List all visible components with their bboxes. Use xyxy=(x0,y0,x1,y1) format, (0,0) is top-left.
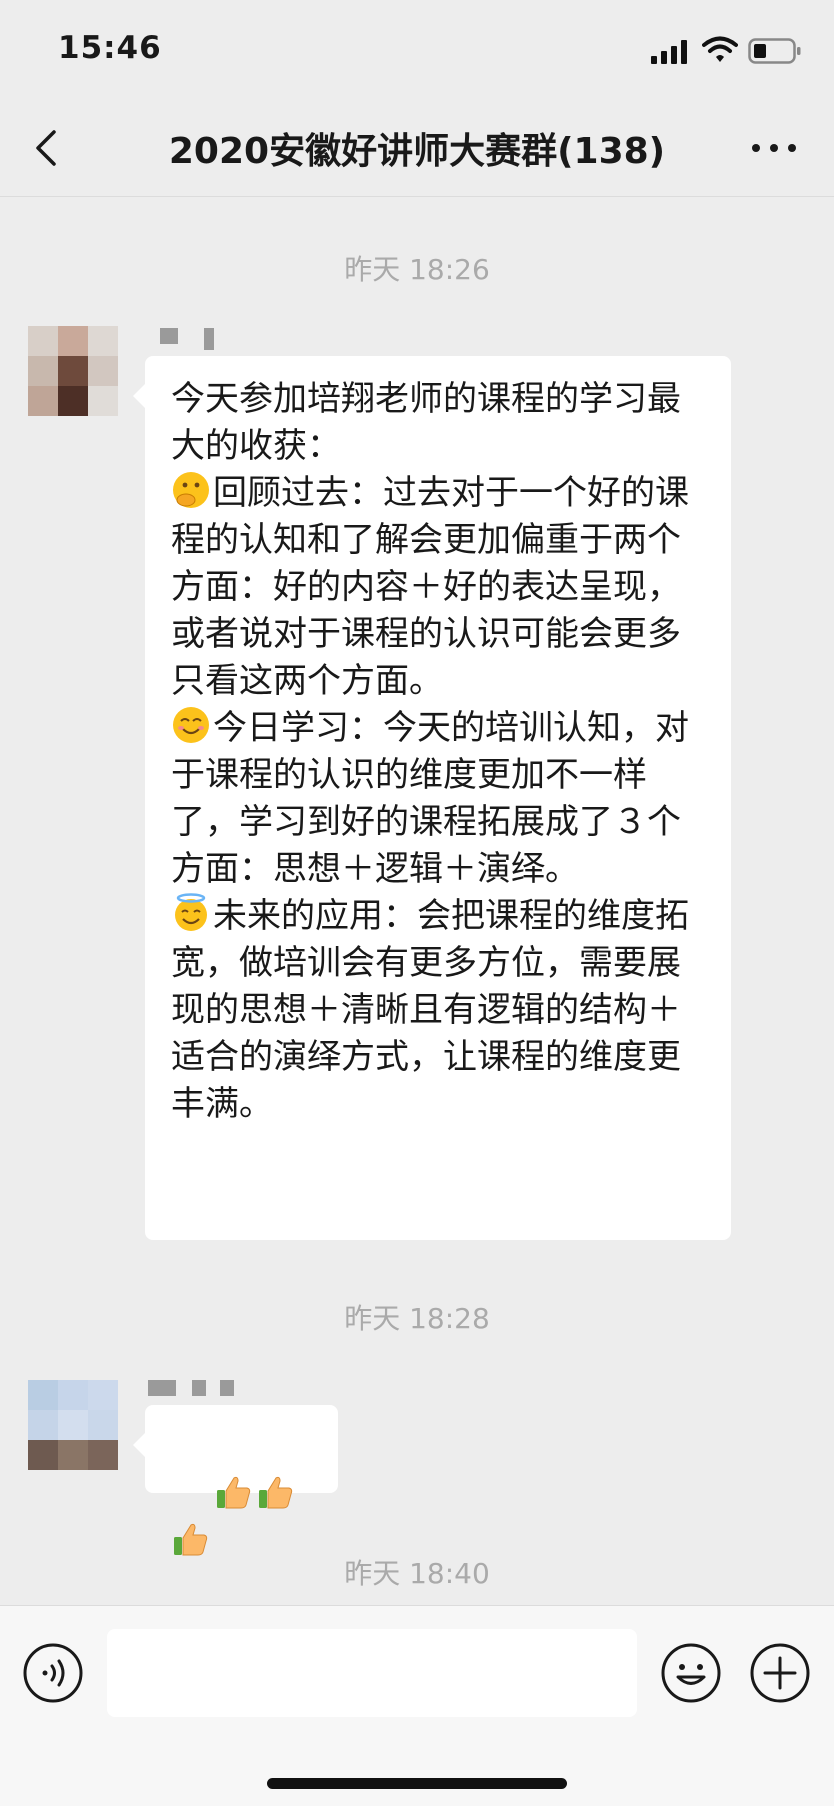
chat-title: 2020安徽好讲师大赛群(138) xyxy=(168,131,666,172)
sender-avatar[interactable] xyxy=(28,1380,118,1470)
more-options-icon[interactable] xyxy=(748,130,800,166)
signal-icon xyxy=(651,40,687,64)
sender-avatar[interactable] xyxy=(28,326,118,416)
message-bubble[interactable]: 今天参加培翔老师的课程的学习最大的收获： 回顾过去：过去对于一个好的课程的认知和… xyxy=(133,356,731,1240)
message-section-future: 未来的应用：会把课程的维度拓宽，做培训会有更多方位，需要展现的思想＋清晰且有逻辑… xyxy=(171,896,689,1124)
thumbs-up-emoji-icon xyxy=(217,1476,251,1509)
message-intro: 今天参加培翔老师的课程的学习最大的收获： xyxy=(171,379,681,466)
message-timestamp: 昨天 18:40 xyxy=(344,1557,490,1590)
halo-emoji-icon xyxy=(175,893,207,931)
message-section-today: 今日学习：今天的培训认知，对于课程的认识的维度更加不一样了，学习到好的课程拓展成… xyxy=(171,708,689,889)
wifi-icon xyxy=(702,36,738,62)
emoji-picker-icon[interactable] xyxy=(660,1642,722,1704)
thumbs-up-emoji-icon xyxy=(259,1476,293,1509)
status-bar: 15:46 xyxy=(0,0,834,100)
back-arrow-icon[interactable] xyxy=(30,128,66,168)
voice-input-icon[interactable] xyxy=(22,1642,84,1704)
message-timestamp: 昨天 18:26 xyxy=(344,253,490,286)
message-section-past: 回顾过去：过去对于一个好的课程的认知和了解会更加偏重于两个方面：好的内容＋好的表… xyxy=(171,473,689,701)
message-timestamp: 昨天 18:28 xyxy=(344,1302,490,1335)
status-time: 15:46 xyxy=(58,30,162,66)
message-bubble[interactable] xyxy=(133,1405,338,1556)
sender-name xyxy=(148,1380,238,1398)
sender-name xyxy=(160,328,230,350)
battery-icon xyxy=(748,38,801,64)
chat-header: 2020安徽好讲师大赛群(138) xyxy=(0,100,834,197)
chat-input-bar xyxy=(0,1605,834,1806)
more-functions-plus-icon[interactable] xyxy=(749,1642,811,1704)
message-input[interactable] xyxy=(107,1629,637,1717)
hand-over-mouth-emoji-icon xyxy=(173,472,209,508)
smiling-emoji-icon xyxy=(173,707,209,743)
message-text: 今天参加培翔老师的课程的学习最大的收获： 回顾过去：过去对于一个好的课程的认知和… xyxy=(171,376,711,1128)
home-indicator[interactable] xyxy=(267,1778,567,1789)
